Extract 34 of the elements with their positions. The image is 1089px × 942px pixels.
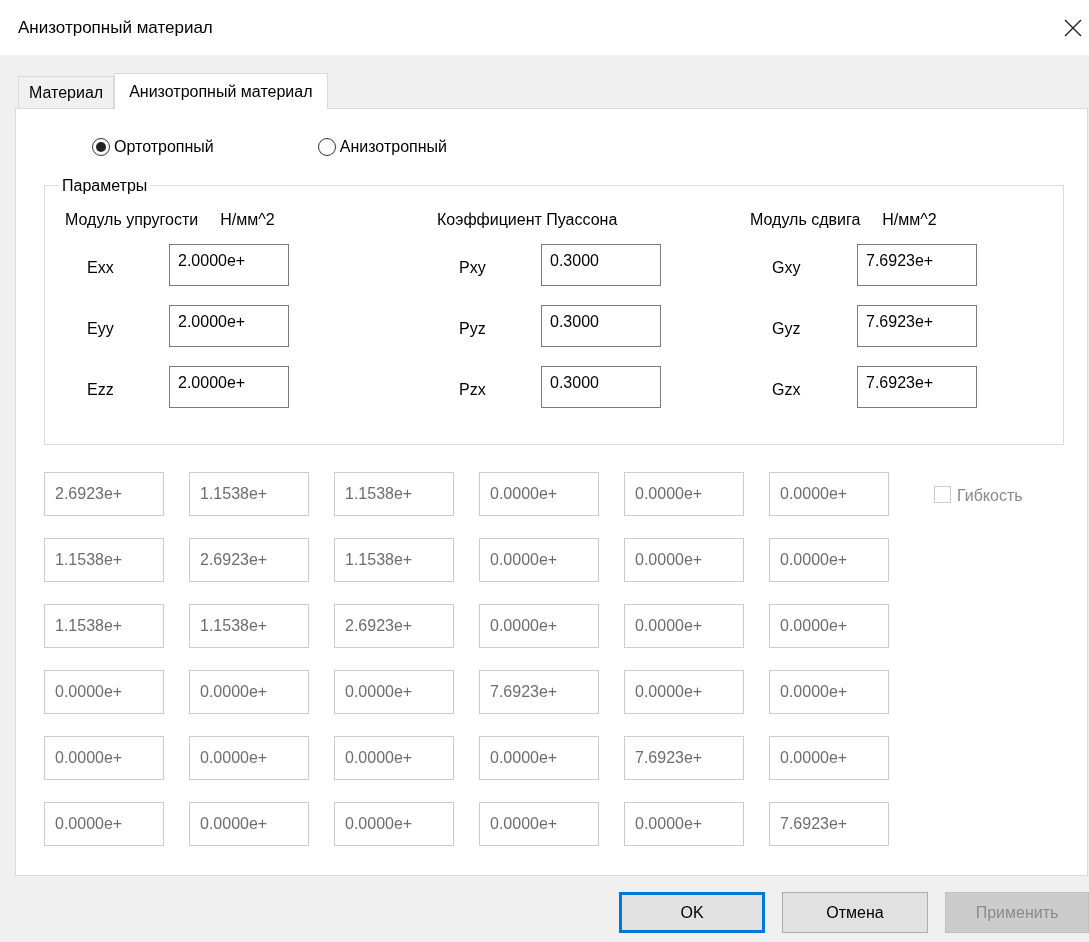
input-field[interactable]: 2.0000e+ <box>169 366 289 408</box>
field-label: Gxy <box>772 258 802 278</box>
unit-label: Н/мм^2 <box>220 210 275 230</box>
input-field[interactable]: 2.0000e+ <box>169 305 289 347</box>
field-label: Exx <box>87 258 115 278</box>
radio-button[interactable] <box>92 138 110 156</box>
field-label: Eyy <box>87 319 115 339</box>
column-heading: Коэффициент Пуассона <box>437 210 618 230</box>
radio-button[interactable] <box>317 138 336 156</box>
radio-label: Анизотропный <box>339 137 447 157</box>
window-title: Анизотропный материал <box>18 16 213 39</box>
checkbox-label: Гибкость <box>957 486 1023 506</box>
column-heading: Модуль сдвига <box>750 210 861 230</box>
tab[interactable]: Анизотропный материал <box>114 73 328 109</box>
field-label: Ezz <box>87 380 115 400</box>
radio-label: Ортотропный <box>114 137 214 157</box>
input-field[interactable]: 0.3000 <box>541 305 661 347</box>
input-field[interactable]: 2.0000e+ <box>169 244 289 286</box>
field-label: Pyz <box>459 319 487 339</box>
field-label: Gzx <box>772 380 802 400</box>
input-field[interactable]: 7.6923e+ <box>857 244 977 286</box>
dialog-button[interactable]: Отмена <box>782 892 928 933</box>
input-field[interactable]: 7.6923e+ <box>857 305 977 347</box>
input-field[interactable]: 0.3000 <box>541 244 661 286</box>
unit-label: Н/мм^2 <box>882 210 937 230</box>
tab[interactable]: Материал <box>18 76 115 108</box>
input-field[interactable]: 7.6923e+ <box>857 366 977 408</box>
field-label: Pzx <box>459 380 487 400</box>
input-field[interactable]: 0.3000 <box>541 366 661 408</box>
column-heading: Модуль упругости <box>65 210 199 230</box>
field-label: Pxy <box>459 258 487 278</box>
dialog-button[interactable]: OK <box>619 892 765 933</box>
field-label: Gyz <box>772 319 802 339</box>
close-icon[interactable] <box>1063 17 1083 38</box>
